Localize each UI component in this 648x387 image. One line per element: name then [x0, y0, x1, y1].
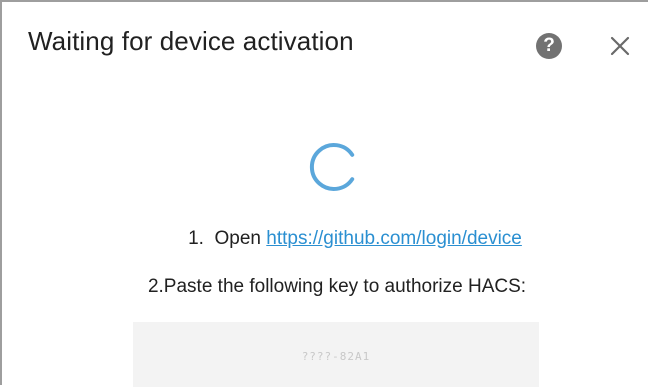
dialog-title: Waiting for device activation — [28, 26, 354, 56]
device-key-box[interactable]: ????-82A1 — [133, 322, 539, 387]
github-device-link[interactable]: https://github.com/login/device — [266, 228, 522, 249]
help-icon[interactable]: ? — [536, 33, 562, 59]
device-activation-dialog: Waiting for device activation ? 1. Open … — [0, 0, 648, 387]
close-icon[interactable] — [606, 32, 634, 60]
step1-prefix: 1. Open — [188, 228, 267, 249]
step2-text: 2.Paste the following key to authorize H… — [147, 276, 527, 297]
step-open-link: 1. Open https://github.com/login/device — [2, 228, 648, 250]
step-paste-key: 2.Paste the following key to authorize H… — [2, 276, 648, 298]
close-x-icon — [610, 36, 630, 56]
loading-spinner-icon — [309, 143, 355, 191]
device-key-value: ????-82A1 — [301, 350, 371, 363]
help-glyph: ? — [543, 35, 555, 56]
